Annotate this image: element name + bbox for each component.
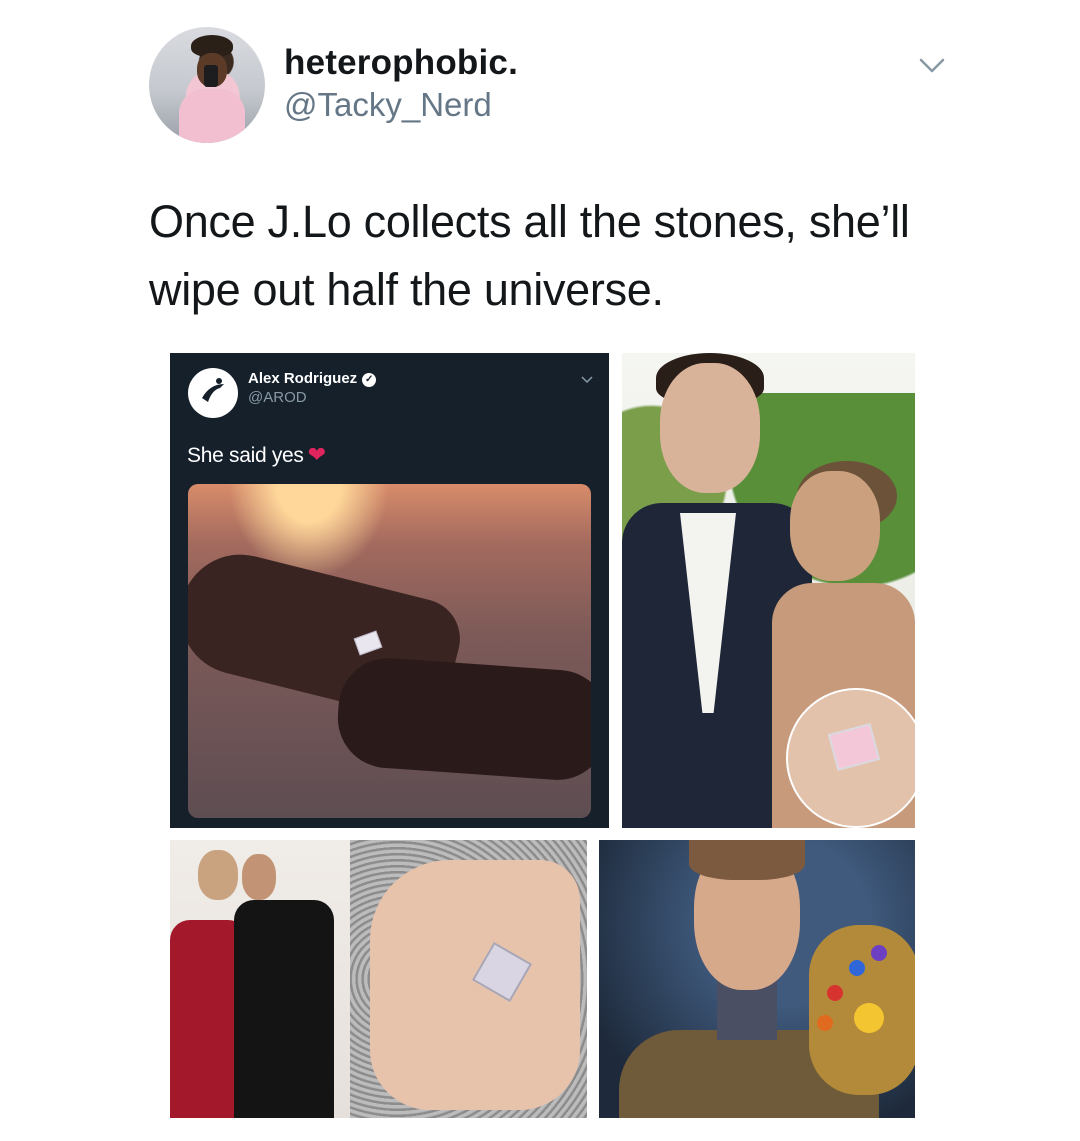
ring-closeup-inset [786,688,915,828]
embedded-text: She said yes [187,444,304,467]
embedded-handle: @AROD [248,389,307,406]
embedded-tweet-text: She said yes ❤ [187,442,326,468]
profile-avatar[interactable] [149,27,265,143]
embedded-avatar [188,368,238,418]
engagement-hands-photo [188,484,591,818]
chevron-down-icon [581,376,593,384]
embedded-tweet-screenshot: Alex Rodriguez ✓ @AROD She said yes ❤ [170,353,609,828]
red-heart-icon: ❤ [307,442,326,467]
couple-photo-with-pink-ring [622,353,915,828]
couple-and-ring-photo [170,840,587,1118]
gauntlet-icon [809,925,915,1095]
infinity-gauntlet-edit [599,840,915,1118]
tweet-text: Once J.Lo collects all the stones, she’l… [149,196,910,315]
embedded-display-name: Alex Rodriguez ✓ [248,370,377,387]
display-name[interactable]: heterophobic. [284,43,518,83]
embedded-name-text: Alex Rodriguez [248,370,358,387]
user-handle[interactable]: @Tacky_Nerd [284,86,492,124]
verified-badge-icon: ✓ [362,373,377,387]
chevron-down-icon[interactable] [918,55,946,75]
